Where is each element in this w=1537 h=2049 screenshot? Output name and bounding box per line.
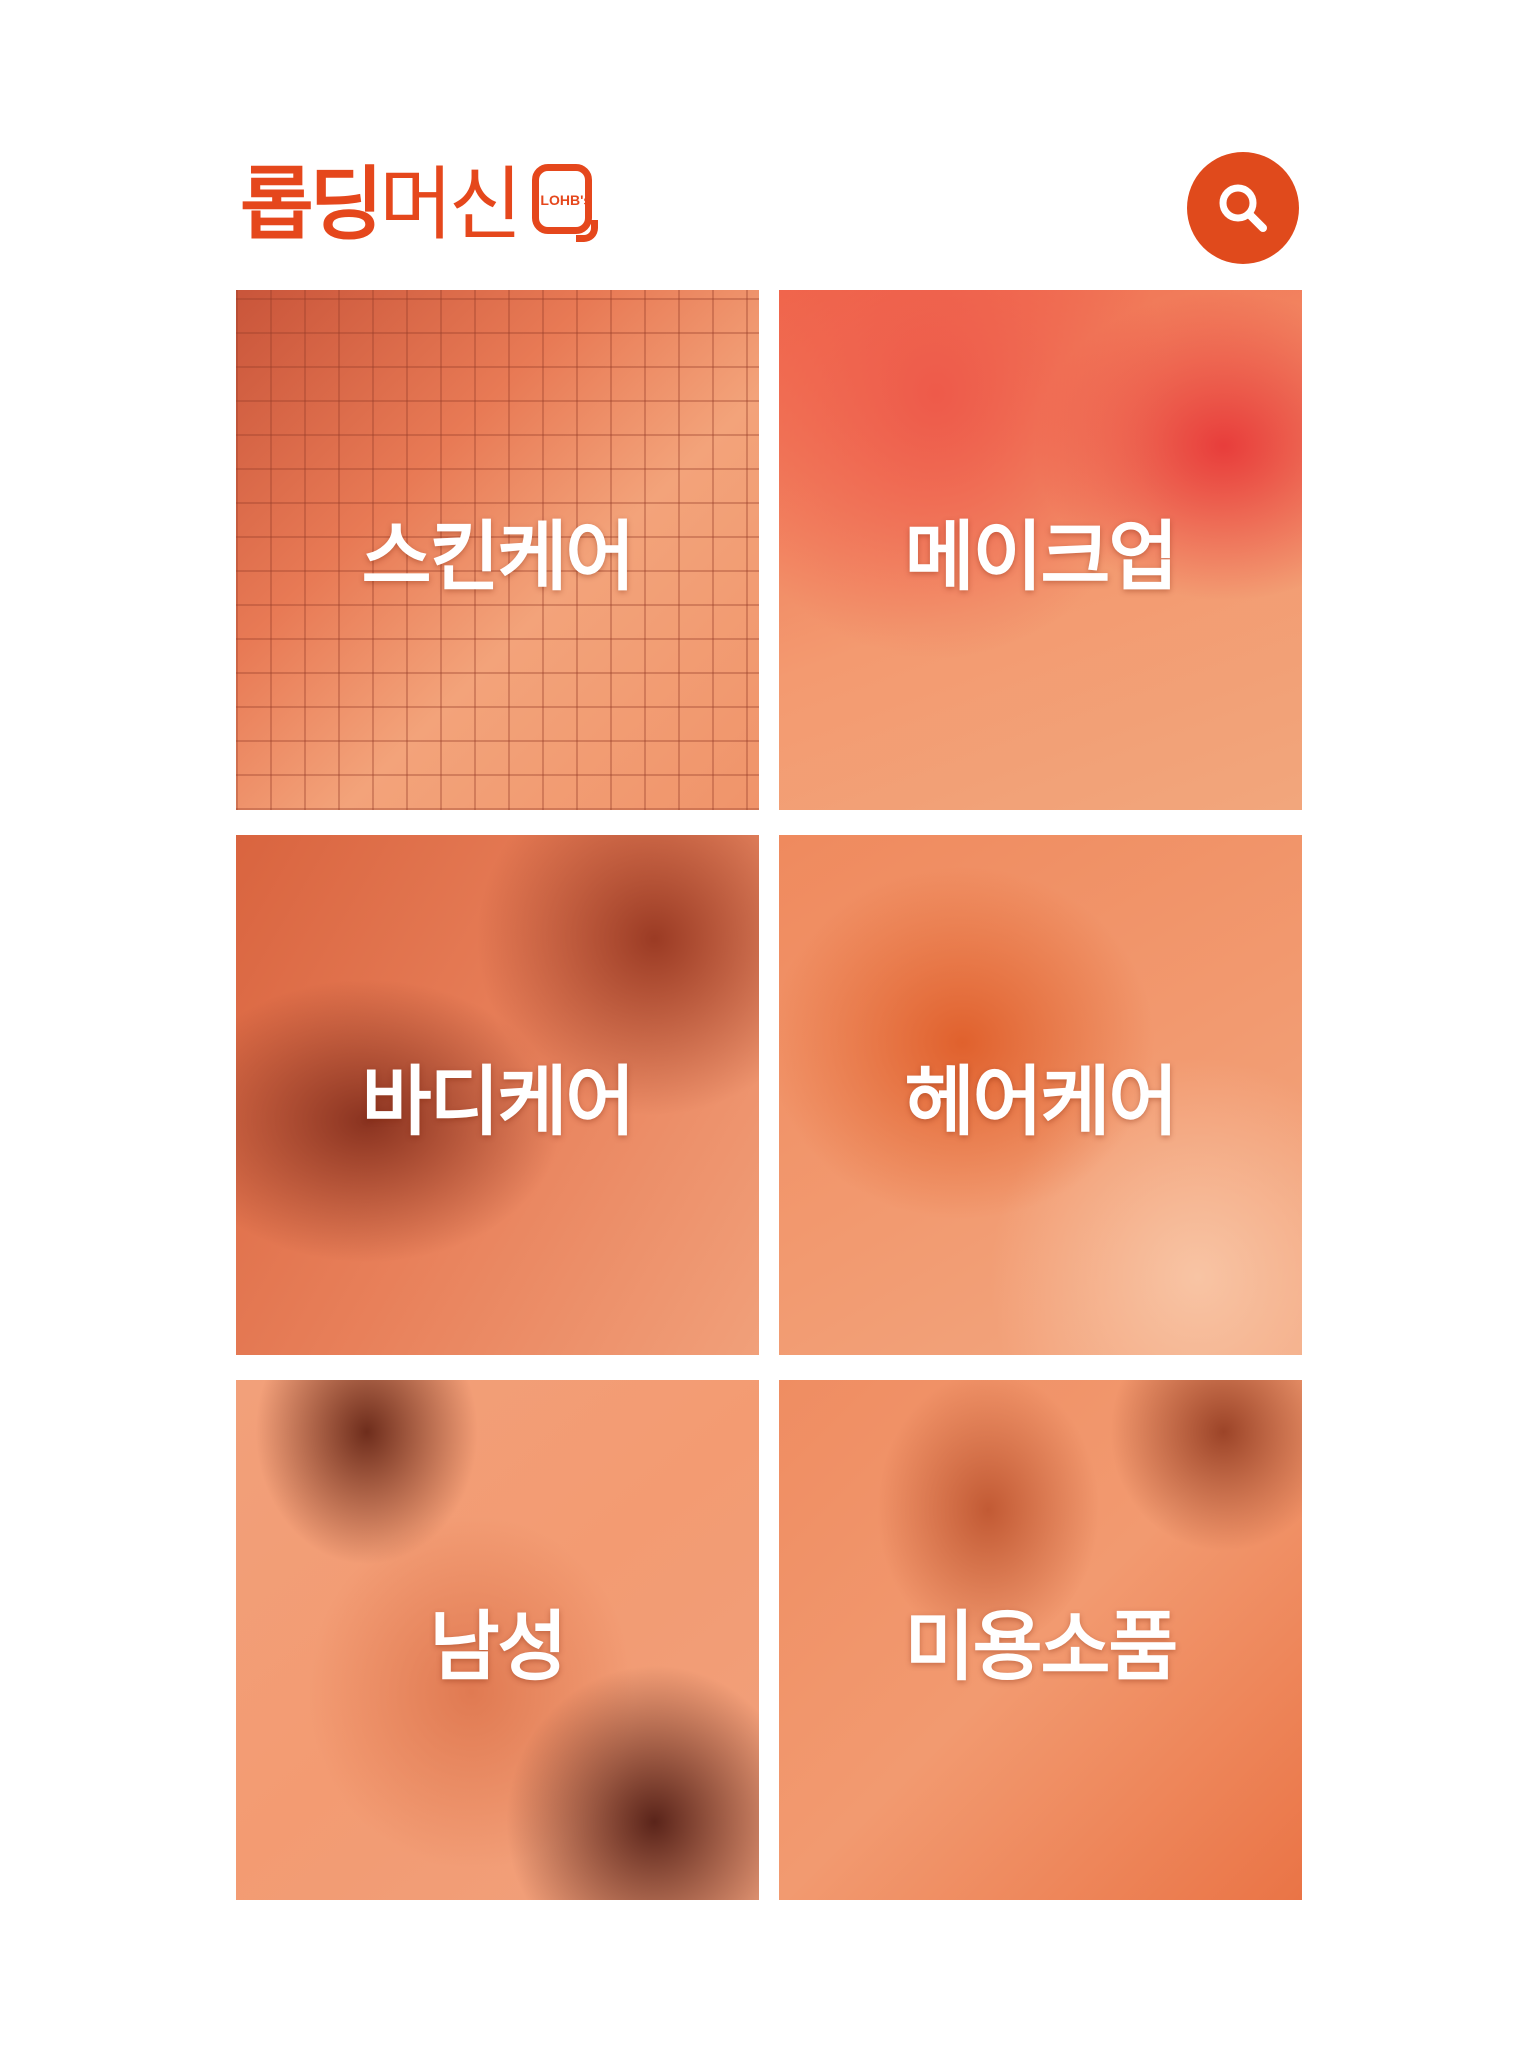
- category-tile-bodycare[interactable]: 바디케어: [236, 835, 759, 1355]
- category-label: 남성: [429, 1602, 568, 1691]
- category-label: 바디케어: [361, 1057, 636, 1146]
- logo-badge-text: LOHB's: [540, 192, 592, 208]
- logo-wordmark: 롭딩 머신: [240, 158, 522, 251]
- logo-badge-icon: LOHB's: [532, 164, 604, 246]
- search-icon: [1219, 184, 1267, 232]
- category-tile-skincare[interactable]: 스킨케어: [236, 290, 759, 810]
- app-header: 롭딩 머신 LOHB's: [0, 0, 1537, 290]
- category-label: 메이크업: [904, 512, 1179, 601]
- logo-bold-text: 롭딩: [240, 158, 383, 251]
- category-tile-beauty-tools[interactable]: 미용소품: [779, 1380, 1302, 1900]
- category-tile-haircare[interactable]: 헤어케어: [779, 835, 1302, 1355]
- category-label: 스킨케어: [361, 512, 636, 601]
- category-tile-men[interactable]: 남성: [236, 1380, 759, 1900]
- brand-logo[interactable]: 롭딩 머신 LOHB's: [240, 155, 604, 255]
- search-button[interactable]: [1187, 152, 1299, 264]
- category-label: 미용소품: [904, 1602, 1179, 1691]
- category-tile-makeup[interactable]: 메이크업: [779, 290, 1302, 810]
- logo-light-text: 머신: [379, 158, 522, 251]
- category-label: 헤어케어: [904, 1057, 1179, 1146]
